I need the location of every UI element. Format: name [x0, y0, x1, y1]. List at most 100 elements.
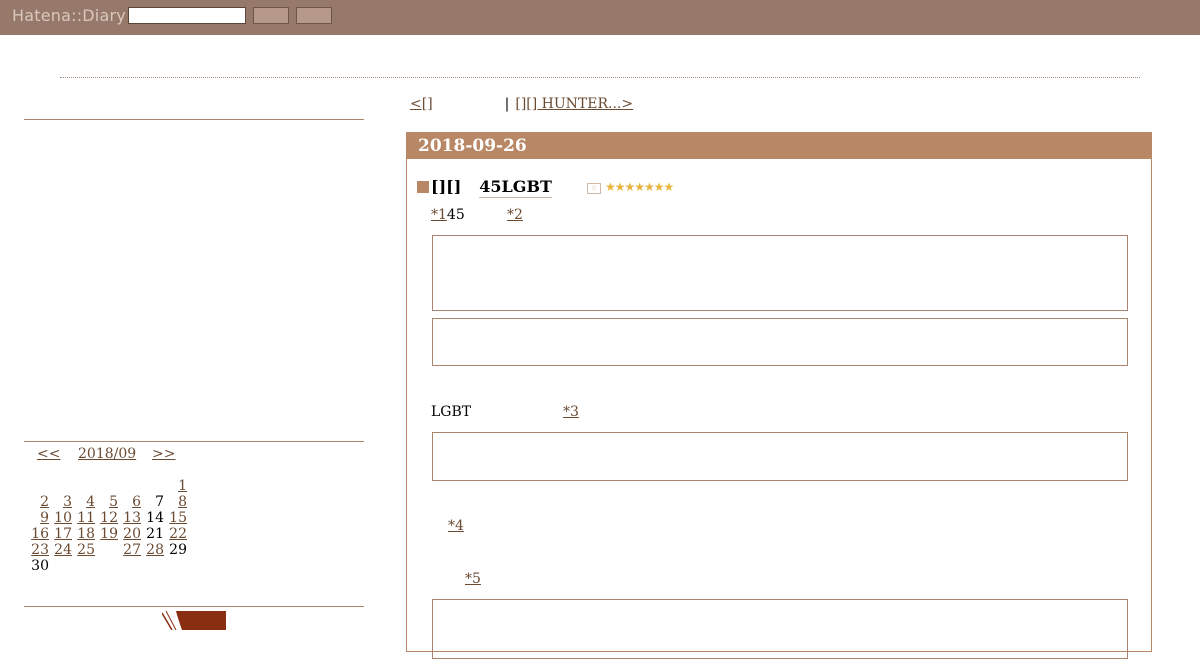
calendar-day-9[interactable]: 9 [40, 510, 49, 526]
calendar-week: 2345678 [26, 494, 187, 510]
calendar-cell: 30 [26, 558, 49, 574]
calendar-day-10[interactable]: 10 [54, 510, 72, 526]
calendar-day-25[interactable]: 25 [77, 542, 95, 558]
calendar-empty-cell [26, 478, 49, 494]
calendar-cell: 26 [95, 542, 118, 558]
blockquote-2 [432, 318, 1128, 366]
calendar-cell: 27 [118, 542, 141, 558]
sidebar-divider-bottom [24, 606, 364, 607]
calendar-cell: 1 [164, 478, 187, 494]
calendar-week: 1 [26, 478, 187, 494]
calendar-empty-cell [95, 478, 118, 494]
calendar-cell: 21 [141, 526, 164, 542]
calendar-cell: 3 [49, 494, 72, 510]
calendar-empty-cell [164, 558, 187, 574]
calendar-empty-cell [118, 478, 141, 494]
calendar-cell: 18 [72, 526, 95, 542]
search-button[interactable] [253, 7, 289, 24]
calendar-prev-link[interactable]: << [37, 446, 60, 462]
calendar-day-19[interactable]: 19 [100, 526, 118, 542]
calendar-empty-cell [49, 558, 72, 574]
section-title-link[interactable]: 45LGBT [479, 177, 552, 198]
pager-prev-link[interactable]: <[] [410, 96, 499, 112]
calendar-month-link[interactable]: 2018/09 [78, 446, 136, 462]
calendar-day-16[interactable]: 16 [31, 526, 49, 542]
calendar-cell: 17 [49, 526, 72, 542]
calendar-day-27[interactable]: 27 [123, 542, 141, 558]
calendar-cell: 7 [141, 494, 164, 510]
calendar-day-26[interactable]: 26 [100, 542, 118, 558]
calendar-day-18[interactable]: 18 [77, 526, 95, 542]
calendar-cell: 13 [118, 510, 141, 526]
pager-next-link[interactable]: [][] HUNTER...> [515, 96, 691, 112]
calendar-day-13[interactable]: 13 [123, 510, 141, 526]
calendar-empty-cell [141, 478, 164, 494]
calendar-day-14: 14 [146, 510, 164, 526]
day-date[interactable]: 2018-09-26 [407, 133, 1151, 159]
calendar-day-5[interactable]: 5 [109, 494, 118, 510]
day-entry: 2018-09-26 [][] 45LGBT ☆ ★★★★★★★ *145 *2 … [406, 132, 1152, 659]
footnote-link-2[interactable]: *2 [507, 207, 523, 223]
site-logo[interactable]: Hatena::Diary [12, 6, 126, 25]
calendar-day-3[interactable]: 3 [63, 494, 72, 510]
calendar-day-20[interactable]: 20 [123, 526, 141, 542]
calendar-day-12[interactable]: 12 [100, 510, 118, 526]
calendar-week: 16 17 18 19 20 21 22 [26, 526, 187, 542]
calendar-cell: 4 [72, 494, 95, 510]
calendar-day-17[interactable]: 17 [54, 526, 72, 542]
calendar-day-30: 30 [31, 558, 49, 574]
star-rating: ★★★★★★★ [605, 180, 674, 194]
sidebar-divider-top [24, 119, 364, 120]
search-input[interactable] [128, 7, 246, 24]
calendar-cell: 6 [118, 494, 141, 510]
pager-separator: | [504, 96, 510, 112]
calendar-day-24[interactable]: 24 [54, 542, 72, 558]
calendar-day-8[interactable]: 8 [178, 494, 187, 510]
blockquote-3 [432, 432, 1128, 481]
day-pager: <[] | [][] HUNTER...> [410, 96, 691, 112]
calendar-empty-cell [72, 558, 95, 574]
calendar-day-11[interactable]: 11 [77, 510, 95, 526]
calendar-day-23[interactable]: 23 [31, 542, 49, 558]
sidebar-divider-calendar [24, 441, 364, 442]
calendar-day-22[interactable]: 22 [169, 526, 187, 542]
calendar-cell: 28 [141, 542, 164, 558]
footnote-link-3[interactable]: *3 [563, 404, 579, 420]
blockquote-4 [432, 599, 1128, 659]
footnote-link-5[interactable]: *5 [465, 571, 481, 587]
calendar-empty-cell [95, 558, 118, 574]
calendar-cell: 14 [141, 510, 164, 526]
calendar-week: 30 [26, 558, 187, 574]
calendar-empty-cell [118, 558, 141, 574]
calendar-week: 23 24 25 26 27 28 29 [26, 542, 187, 558]
calendar-cell: 2 [26, 494, 49, 510]
section-marker-icon[interactable] [417, 181, 429, 193]
paragraph-1: *145 [431, 207, 465, 223]
calendar-cell: 20 [118, 526, 141, 542]
calendar-cell: 9 [26, 510, 49, 526]
footnote-link-1[interactable]: *1 [431, 207, 447, 223]
calendar-week: 9 10 11 12 13 14 15 [26, 510, 187, 526]
calendar-cell: 25 [72, 542, 95, 558]
calendar-day-1[interactable]: 1 [178, 478, 187, 494]
calendar-day-6[interactable]: 6 [132, 494, 141, 510]
calendar-day-2[interactable]: 2 [40, 494, 49, 510]
header-divider [60, 77, 1140, 78]
footnote-link-4[interactable]: *4 [448, 518, 464, 534]
calendar-day-28[interactable]: 28 [146, 542, 164, 558]
section-title: [][] 45LGBT [417, 177, 552, 198]
calendar-empty-cell [49, 478, 72, 494]
help-button[interactable] [296, 7, 332, 24]
calendar-day-4[interactable]: 4 [86, 494, 95, 510]
calendar-cell: 19 [95, 526, 118, 542]
top-bar: Hatena::Diary [0, 0, 1200, 35]
add-star-icon[interactable]: ☆ [587, 183, 601, 194]
sidebar-banner-image[interactable] [162, 611, 226, 630]
calendar-cell: 16 [26, 526, 49, 542]
paragraph-2-text: LGBT [431, 404, 472, 420]
paragraph-1-text: 45 [446, 207, 465, 223]
calendar-cell: 22 [164, 526, 187, 542]
calendar-next-link[interactable]: >> [152, 446, 175, 462]
calendar-cell: 5 [95, 494, 118, 510]
calendar-day-15[interactable]: 15 [169, 510, 187, 526]
